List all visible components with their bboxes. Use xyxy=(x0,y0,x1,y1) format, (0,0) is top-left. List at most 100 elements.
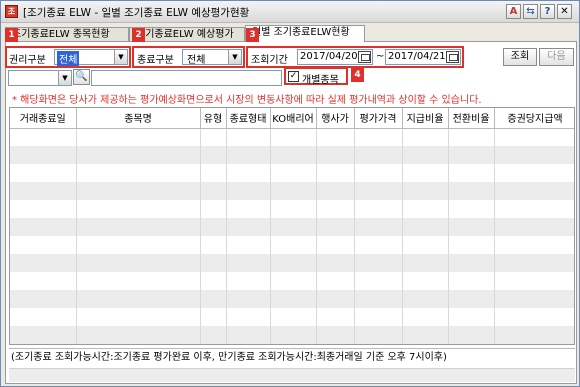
table-cell xyxy=(200,146,227,164)
table-cell xyxy=(402,236,449,254)
table-cell xyxy=(226,182,271,200)
table-cell xyxy=(316,164,355,182)
title-bar: 조 [조기종료 ELW - 일별 조기종료 ELW 예상평가현황 A ⇆ ? ✕ xyxy=(1,1,579,23)
badge-4: 4 xyxy=(351,68,364,82)
table-cell xyxy=(354,326,403,344)
date-from-field[interactable]: 2017/04/20 xyxy=(297,49,373,65)
table-cell xyxy=(200,326,227,344)
table-row[interactable] xyxy=(10,164,574,182)
table-cell xyxy=(76,128,201,146)
table-row[interactable] xyxy=(10,290,574,308)
table-cell xyxy=(270,218,317,236)
table-cell xyxy=(76,182,201,200)
col-item-name[interactable]: 종목명 xyxy=(76,108,201,129)
col-strike[interactable]: 행사가 xyxy=(316,108,355,129)
window-title: [조기종료 ELW - 일별 조기종료 ELW 예상평가현황 xyxy=(23,7,250,19)
date-separator: ~ xyxy=(376,51,385,62)
table-row[interactable] xyxy=(10,326,574,344)
table-cell xyxy=(10,326,77,344)
col-type[interactable]: 유형 xyxy=(200,108,227,129)
table-cell xyxy=(76,308,201,326)
table-cell xyxy=(354,164,403,182)
table-row[interactable] xyxy=(10,182,574,200)
table-cell xyxy=(316,254,355,272)
font-size-icon[interactable]: A xyxy=(506,4,521,19)
date-from-value: 2017/04/20 xyxy=(300,51,358,62)
table-cell xyxy=(448,146,495,164)
calendar-icon[interactable] xyxy=(446,51,459,63)
table-cell xyxy=(316,308,355,326)
table-cell xyxy=(76,272,201,290)
tab-daily-elw[interactable]: 일별 조기종료ELW현황 xyxy=(245,25,365,42)
table-cell xyxy=(354,146,403,164)
col-end-form[interactable]: 종료형태 xyxy=(226,108,271,129)
table-cell xyxy=(226,326,271,344)
table-cell xyxy=(10,128,77,146)
table-cell xyxy=(448,290,495,308)
tab-bar: 조기종료ELW 종목현황 조기종료ELW 예상평가 일별 조기종료ELW현황 xyxy=(5,25,577,42)
table-cell xyxy=(200,254,227,272)
badge-2: 2 xyxy=(132,28,145,42)
query-button[interactable]: 조회 xyxy=(503,48,537,66)
table-cell xyxy=(402,200,449,218)
date-to-value: 2017/04/21 xyxy=(388,51,446,62)
table-row[interactable] xyxy=(10,272,574,290)
table-cell xyxy=(200,200,227,218)
table-cell xyxy=(402,182,449,200)
right-type-select[interactable]: 전체 ▼ xyxy=(54,49,128,66)
chevron-down-icon[interactable]: ▼ xyxy=(114,50,127,64)
individual-checkbox[interactable]: ✓ xyxy=(288,71,299,82)
table-row[interactable] xyxy=(10,308,574,326)
item-name-field[interactable] xyxy=(91,70,282,86)
horizontal-scrollbar[interactable] xyxy=(9,368,575,382)
table-cell xyxy=(226,128,271,146)
col-end-date[interactable]: 거래종료일 xyxy=(10,108,77,129)
result-table[interactable]: 거래종료일 종목명 유형 종료형태 KO배리어 행사가 평가가격 지급비율 전환… xyxy=(9,107,575,345)
close-icon[interactable]: ✕ xyxy=(557,4,572,19)
table-cell xyxy=(448,236,495,254)
table-cell xyxy=(316,218,355,236)
table-cell xyxy=(494,308,574,326)
badge-3: 3 xyxy=(246,28,259,42)
tab-elw-estimate[interactable]: 조기종료ELW 예상평가 xyxy=(129,27,245,42)
table-cell xyxy=(494,254,574,272)
col-eval-price[interactable]: 평가가격 xyxy=(354,108,403,129)
calendar-icon[interactable] xyxy=(358,51,371,63)
date-to-field[interactable]: 2017/04/21 xyxy=(385,49,461,65)
table-cell xyxy=(226,272,271,290)
col-pay-ratio[interactable]: 지급비율 xyxy=(402,108,449,129)
table-cell xyxy=(226,290,271,308)
table-cell xyxy=(354,254,403,272)
table-cell xyxy=(354,200,403,218)
col-conv-ratio[interactable]: 전환비율 xyxy=(448,108,495,129)
chevron-down-icon[interactable]: ▼ xyxy=(58,71,71,85)
table-cell xyxy=(448,128,495,146)
table-cell xyxy=(200,236,227,254)
right-type-value: 전체 xyxy=(57,51,80,66)
table-cell xyxy=(200,290,227,308)
table-cell xyxy=(10,272,77,290)
help-icon[interactable]: ? xyxy=(540,4,555,19)
col-pay-per-share[interactable]: 증권당지급액 xyxy=(494,108,574,129)
table-cell xyxy=(316,272,355,290)
table-row[interactable] xyxy=(10,236,574,254)
search-button[interactable]: 🔍 xyxy=(73,69,90,85)
tab-elw-items[interactable]: 조기종료ELW 종목현황 xyxy=(5,27,129,42)
table-cell xyxy=(316,236,355,254)
table-cell xyxy=(402,272,449,290)
next-button[interactable]: 다음 xyxy=(539,48,574,66)
table-cell xyxy=(200,308,227,326)
end-type-select[interactable]: 전체 ▼ xyxy=(182,49,242,66)
item-code-select[interactable]: ▼ xyxy=(8,70,72,86)
chevron-down-icon[interactable]: ▼ xyxy=(228,50,241,64)
table-row[interactable] xyxy=(10,146,574,164)
col-ko-barrier[interactable]: KO배리어 xyxy=(270,108,317,129)
app-window: 조 [조기종료 ELW - 일별 조기종료 ELW 예상평가현황 A ⇆ ? ✕… xyxy=(0,0,580,387)
table-cell xyxy=(494,128,574,146)
table-row[interactable] xyxy=(10,128,574,146)
table-row[interactable] xyxy=(10,254,574,272)
table-row[interactable] xyxy=(10,218,574,236)
link-icon[interactable]: ⇆ xyxy=(523,4,538,19)
table-row[interactable] xyxy=(10,200,574,218)
table-cell xyxy=(402,254,449,272)
